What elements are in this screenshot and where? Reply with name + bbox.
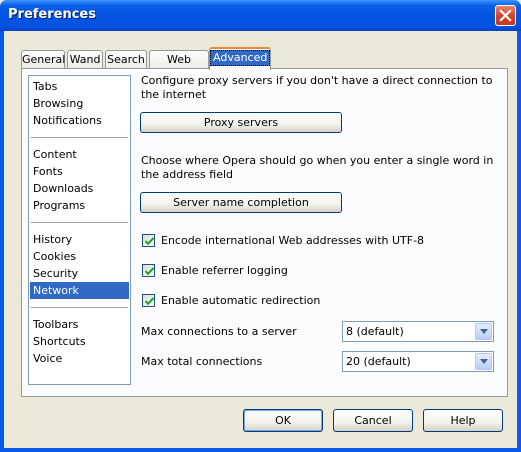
tab-advanced[interactable]: Advanced (209, 47, 271, 70)
tab-label: Advanced (210, 50, 271, 66)
list-item-tabs[interactable]: Tabs (30, 78, 129, 95)
window-title: Preferences (8, 7, 96, 22)
auto-redirect-checkbox[interactable] (142, 294, 155, 307)
chevron-down-icon (480, 359, 488, 364)
list-item-shortcuts[interactable]: Shortcuts (30, 333, 129, 350)
list-separator (31, 307, 128, 308)
category-list[interactable]: Tabs Browsing Notifications Content Font… (28, 75, 131, 385)
tab-wand[interactable]: Wand (67, 50, 103, 69)
list-item-network[interactable]: Network (30, 282, 129, 299)
server-name-completion-button[interactable]: Server name completion (140, 192, 342, 213)
list-item-history[interactable]: History (30, 231, 129, 248)
auto-redirect-label: Enable automatic redirection (161, 294, 321, 307)
tab-label: Wand (69, 53, 101, 66)
max-server-value: 8 (default) (346, 325, 404, 338)
list-item-programs[interactable]: Programs (30, 197, 129, 214)
checkmark-icon (144, 267, 155, 276)
list-item-toolbars[interactable]: Toolbars (30, 316, 129, 333)
close-icon (499, 9, 512, 22)
dropdown-button[interactable] (475, 353, 492, 370)
max-server-select[interactable]: 8 (default) (342, 321, 494, 342)
utf8-checkbox[interactable] (142, 234, 155, 247)
tab-label: Search (107, 53, 145, 66)
list-item-fonts[interactable]: Fonts (30, 163, 129, 180)
proxy-description: Configure proxy servers if you don't hav… (141, 74, 493, 101)
advanced-panel: Tabs Browsing Notifications Content Font… (21, 68, 508, 397)
tab-search[interactable]: Search (105, 50, 147, 69)
checkmark-icon (144, 297, 155, 306)
ok-button[interactable]: OK (243, 409, 323, 432)
list-item-content[interactable]: Content (30, 146, 129, 163)
list-item-browsing[interactable]: Browsing (30, 95, 129, 112)
list-separator (31, 137, 128, 138)
list-item-notifications[interactable]: Notifications (30, 112, 129, 129)
max-total-select[interactable]: 20 (default) (342, 351, 494, 372)
proxy-servers-button[interactable]: Proxy servers (140, 112, 342, 133)
tab-label: General (22, 53, 66, 66)
cancel-button[interactable]: Cancel (333, 409, 413, 432)
title-bar[interactable]: Preferences (0, 0, 521, 31)
list-item-cookies[interactable]: Cookies (30, 248, 129, 265)
max-total-label: Max total connections (141, 355, 263, 368)
referrer-logging-checkbox[interactable] (142, 264, 155, 277)
tab-web-pages[interactable]: Web pages (149, 50, 209, 83)
max-server-label: Max connections to a server (141, 325, 297, 338)
list-separator (31, 222, 128, 223)
checkmark-icon (144, 237, 155, 246)
utf8-label: Encode international Web addresses with … (161, 234, 425, 247)
completion-description: Choose where Opera should go when you en… (141, 154, 494, 181)
tab-general[interactable]: General (21, 50, 65, 69)
list-item-security[interactable]: Security (30, 265, 129, 282)
chevron-down-icon (480, 329, 488, 334)
list-item-voice[interactable]: Voice (30, 350, 129, 367)
close-button[interactable] (495, 5, 516, 26)
referrer-logging-label: Enable referrer logging (161, 264, 288, 277)
dropdown-button[interactable] (475, 323, 492, 340)
preferences-window: Preferences General Wand Search Web page… (0, 0, 521, 452)
list-item-downloads[interactable]: Downloads (30, 180, 129, 197)
help-button[interactable]: Help (423, 409, 503, 432)
dialog-client: General Wand Search Web pages Advanced T… (4, 31, 517, 448)
max-total-value: 20 (default) (346, 355, 411, 368)
